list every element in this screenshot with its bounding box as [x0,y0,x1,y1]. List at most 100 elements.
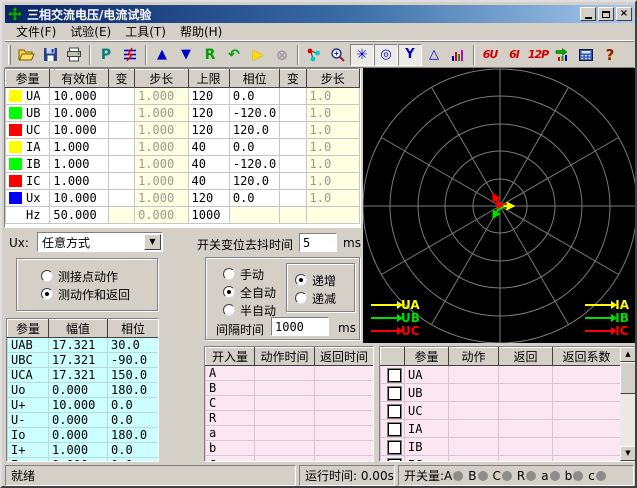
step-cell[interactable]: 1.0 [306,190,360,207]
limit-cell[interactable]: 40 [188,173,229,190]
start-icon[interactable]: ▶ [246,44,270,66]
step-cell[interactable]: 1.000 [135,105,188,122]
open-icon[interactable] [14,44,38,66]
row-checkbox[interactable] [388,441,401,454]
run-mode-option[interactable]: 全自动 [223,283,276,301]
step-cell[interactable]: 1.0 [306,139,360,156]
rms-cell[interactable]: 1.000 [50,139,108,156]
polar-rings-icon[interactable]: ◎ [374,44,398,66]
limit-cell[interactable]: 120 [188,88,229,105]
vary-cell[interactable] [108,156,134,173]
bar-graph-icon[interactable] [446,44,470,66]
vary-cell[interactable] [280,105,306,122]
vary-cell[interactable] [108,88,134,105]
limit-cell[interactable]: 120 [188,105,229,122]
direction-option[interactable]: 递增 [295,271,354,289]
limit-cell[interactable]: 40 [188,156,229,173]
phase-cell[interactable]: -120.0 [229,156,279,173]
limit-cell[interactable]: 120 [188,190,229,207]
step-cell[interactable]: 1.000 [135,122,188,139]
menu-item[interactable]: 试验(E) [63,22,118,41]
vary-cell[interactable] [280,156,306,173]
step-cell[interactable]: 1.000 [135,139,188,156]
rms-cell[interactable]: 1.000 [50,173,108,190]
rms-cell[interactable]: 10.000 [50,88,108,105]
zoom-icon[interactable] [326,44,350,66]
vary-cell[interactable] [108,122,134,139]
wye-connection-icon[interactable]: Y [398,44,422,66]
step-cell[interactable] [306,207,360,224]
vary-cell[interactable] [280,88,306,105]
vary-cell[interactable] [108,139,134,156]
debounce-input[interactable] [299,233,337,252]
direction-option[interactable]: 递减 [295,289,354,307]
rms-cell[interactable]: 10.000 [50,105,108,122]
phase-cell[interactable]: 0.0 [229,88,279,105]
step-up-icon[interactable]: ▲ [150,44,174,66]
step-down-icon[interactable]: ▼ [174,44,198,66]
interval-input[interactable] [271,317,329,336]
chevron-down-icon[interactable]: ▼ [144,234,161,250]
row-checkbox[interactable] [388,405,401,418]
vary-cell[interactable] [108,207,134,224]
step-cell[interactable]: 1.0 [306,122,360,139]
vary-cell[interactable] [108,173,134,190]
twelve-phase-icon[interactable]: 12P [526,44,550,66]
reset-icon[interactable]: R [198,44,222,66]
limit-cell[interactable]: 40 [188,139,229,156]
undo-icon[interactable]: ↶ [222,44,246,66]
measure-mode-option[interactable]: 测接点动作 [41,267,157,285]
step-cell[interactable]: 1.000 [135,173,188,190]
limit-cell[interactable]: 120 [188,122,229,139]
step-cell[interactable]: 1.0 [306,88,360,105]
vary-cell[interactable] [280,122,306,139]
scrollbar-thumb[interactable] [620,362,636,394]
pt-setting-icon[interactable]: P [94,44,118,66]
minimize-button[interactable] [580,7,596,21]
stop-icon[interactable]: ⊗ [270,44,294,66]
menu-item[interactable]: 文件(F) [9,22,63,41]
six-current-icon[interactable]: 6I [502,44,526,66]
step-cell[interactable]: 1.000 [135,156,188,173]
phase-cell[interactable]: 0.0 [229,139,279,156]
step-cell[interactable]: 0.000 [135,207,188,224]
phase-cell[interactable]: 120.0 [229,122,279,139]
row-checkbox[interactable] [388,387,401,400]
crosshair-view-icon[interactable]: ✳ [350,44,374,66]
rms-cell[interactable]: 10.000 [50,190,108,207]
phase-cell[interactable]: -120.0 [229,105,279,122]
maximize-button[interactable] [598,7,614,21]
step-cell[interactable]: 1.000 [135,190,188,207]
print-icon[interactable] [62,44,86,66]
calculator-icon[interactable] [574,44,598,66]
phase-sequence-icon[interactable] [118,44,142,66]
measure-mode-option[interactable]: 测动作和返回 [41,285,157,303]
vector-graph-icon[interactable] [302,44,326,66]
run-mode-option[interactable]: 手动 [223,265,276,283]
menu-item[interactable]: 帮助(H) [173,22,229,41]
ux-mode-select[interactable]: 任意方式 ▼ [37,232,163,252]
vary-cell[interactable] [108,190,134,207]
step-cell[interactable]: 1.0 [306,173,360,190]
vary-cell[interactable] [280,190,306,207]
rms-cell[interactable]: 50.000 [50,207,108,224]
vertical-scrollbar[interactable]: ▲ ▼ [620,347,636,461]
scroll-down-icon[interactable]: ▼ [620,446,636,461]
vary-cell[interactable] [280,207,306,224]
step-cell[interactable]: 1.0 [306,105,360,122]
limit-cell[interactable]: 1000 [188,207,229,224]
close-button[interactable]: × [616,7,632,21]
rms-cell[interactable]: 10.000 [50,122,108,139]
six-voltage-icon[interactable]: 6U [478,44,502,66]
step-cell[interactable]: 1.000 [135,88,188,105]
scroll-up-icon[interactable]: ▲ [620,347,636,362]
vary-cell[interactable] [108,105,134,122]
phase-cell[interactable]: 0.0 [229,190,279,207]
help-icon[interactable]: ? [598,44,622,66]
row-checkbox[interactable] [388,459,401,463]
save-icon[interactable] [38,44,62,66]
vary-cell[interactable] [280,173,306,190]
phase-cell[interactable] [229,207,279,224]
menu-item[interactable]: 工具(T) [118,22,173,41]
phase-cell[interactable]: 120.0 [229,173,279,190]
